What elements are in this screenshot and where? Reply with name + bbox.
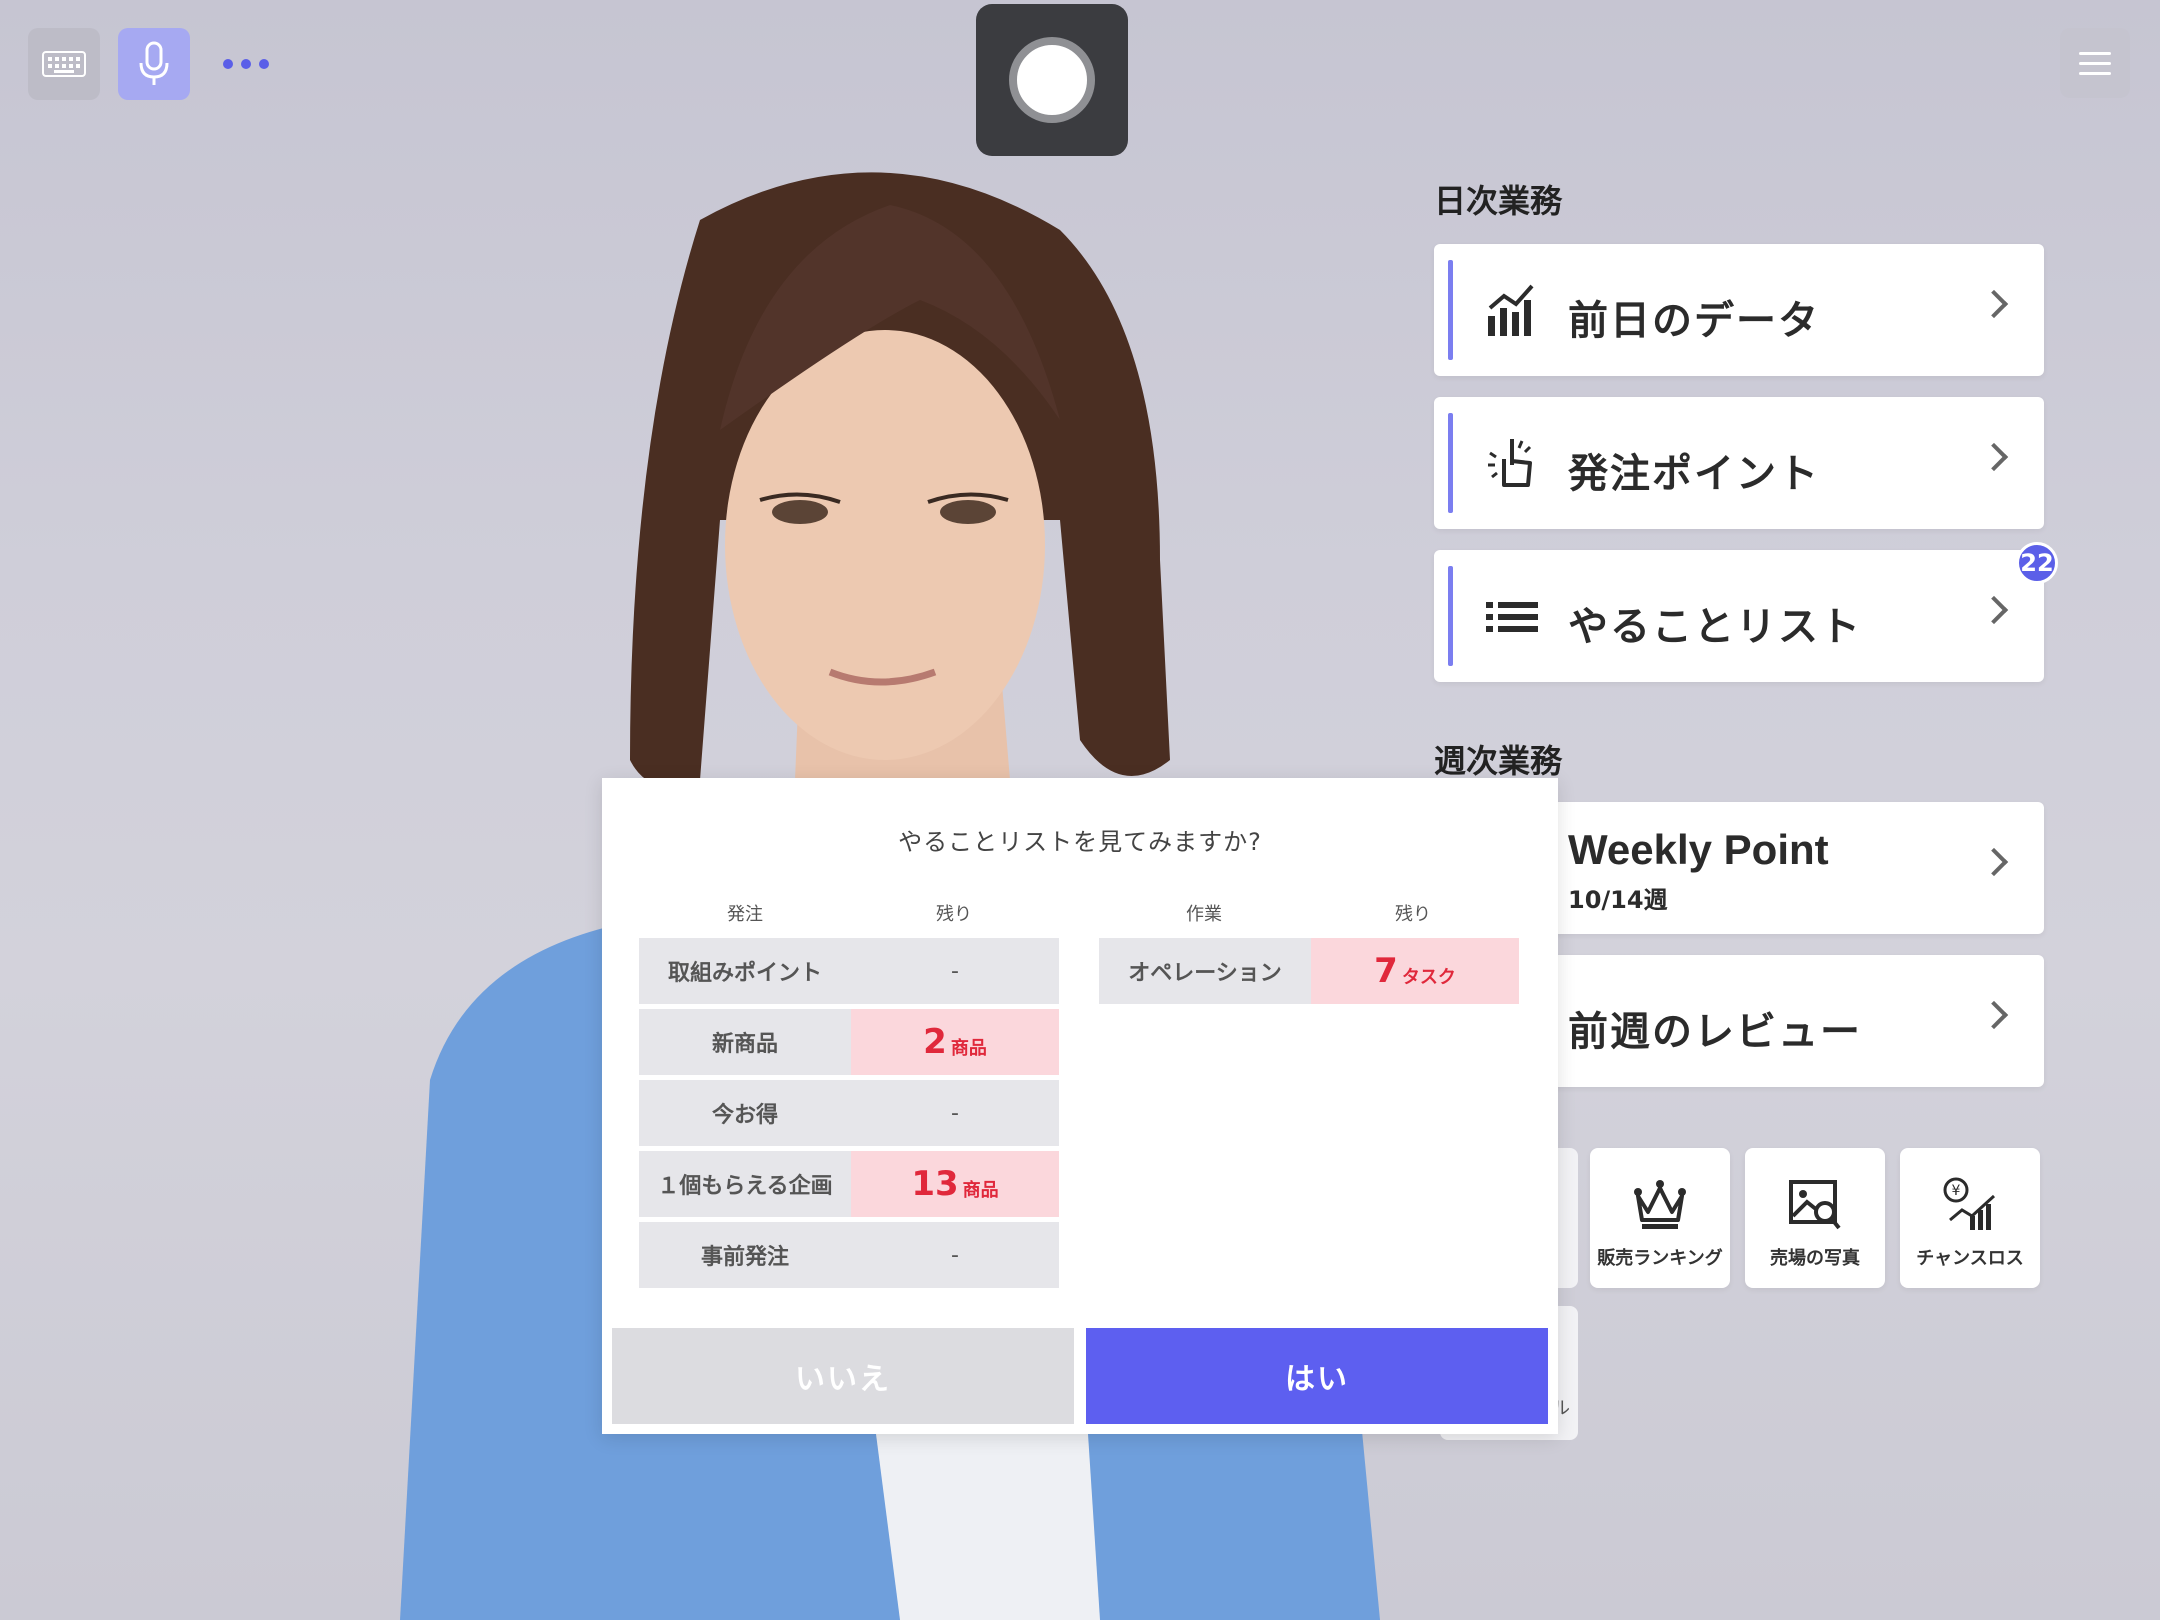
row-name: 今お得: [639, 1080, 851, 1146]
row-value: -: [851, 938, 1059, 1004]
hamburger-menu-icon: [2079, 51, 2111, 75]
row-unit: 商品: [950, 1038, 987, 1059]
tool-store-photos[interactable]: 売場の写真: [1745, 1148, 1885, 1288]
record-button[interactable]: [976, 4, 1128, 156]
table-row[interactable]: 新商品 2 商品: [639, 1009, 1059, 1075]
table-row[interactable]: １個もらえる企画 13 商品: [639, 1151, 1059, 1217]
weekly-heading: 週次業務: [1434, 742, 1563, 780]
order-header: 発注: [727, 904, 763, 925]
card-accent-bar: [1448, 260, 1453, 360]
bar-chart-icon: [1488, 284, 1534, 336]
more-dots-icon: [223, 59, 269, 69]
card-label: やることリスト: [1568, 604, 1862, 650]
row-value: 2 商品: [851, 1009, 1059, 1075]
row-unit: 商品: [962, 1180, 999, 1201]
row-unit: タスク: [1401, 967, 1456, 988]
row-count: 7: [1374, 951, 1398, 991]
record-button-icon: [1009, 37, 1095, 123]
card-label: Weekly Point: [1568, 826, 1829, 873]
work-remaining-header: 残り: [1395, 904, 1431, 925]
card-label: 前週のレビュー: [1568, 1009, 1862, 1055]
order-remaining-header: 残り: [936, 904, 972, 925]
hamburger-menu-button[interactable]: [2060, 28, 2130, 98]
chevron-right-icon: [1979, 1000, 2009, 1030]
row-name: 取組みポイント: [639, 938, 851, 1004]
daily-heading: 日次業務: [1434, 182, 1563, 220]
row-value: 7 タスク: [1311, 938, 1519, 1004]
card-accent-bar: [1448, 413, 1453, 513]
svg-text:¥: ¥: [1952, 1183, 1961, 1199]
yes-button[interactable]: はい: [1086, 1328, 1548, 1424]
table-row[interactable]: 事前発注 -: [639, 1222, 1059, 1288]
yen-chart-icon: ¥: [1943, 1177, 1996, 1230]
pointing-hand-icon: [1488, 439, 1532, 487]
row-name: オペレーション: [1099, 938, 1311, 1004]
row-name: 新商品: [639, 1009, 851, 1075]
card-previous-day-data[interactable]: 前日のデータ: [1434, 244, 2044, 376]
more-options-button[interactable]: [214, 28, 278, 100]
keyboard-icon: [42, 51, 86, 77]
chevron-right-icon: [1979, 847, 2009, 877]
card-label: 前日のデータ: [1568, 298, 1820, 344]
card-label: 発注ポイント: [1568, 451, 1820, 497]
row-name: 事前発注: [639, 1222, 851, 1288]
chevron-right-icon: [1979, 595, 2009, 625]
table-row[interactable]: 取組みポイント -: [639, 938, 1059, 1004]
row-value: -: [851, 1222, 1059, 1288]
tool-chance-loss[interactable]: ¥ チャンスロス: [1900, 1148, 2040, 1288]
microphone-icon: [139, 41, 169, 85]
tool-sales-ranking[interactable]: 販売ランキング: [1590, 1148, 1730, 1288]
chevron-right-icon: [1979, 289, 2009, 319]
photo-search-icon: [1789, 1180, 1841, 1230]
no-button[interactable]: いいえ: [612, 1328, 1074, 1424]
row-count: 2: [923, 1022, 947, 1062]
row-value: -: [851, 1080, 1059, 1146]
work-header: 作業: [1186, 904, 1222, 925]
list-icon: [1486, 602, 1538, 632]
keyboard-button[interactable]: [28, 28, 100, 100]
card-sublabel: 10/14週: [1568, 886, 1668, 914]
tool-label: チャンスロス: [1916, 1248, 2024, 1269]
row-count: 13: [911, 1164, 959, 1204]
todo-confirm-dialog: やることリストを見てみますか? 発注 残り 作業 残り 取組みポイント - 新商…: [602, 778, 1558, 1434]
row-value: 13 商品: [851, 1151, 1059, 1217]
chevron-right-icon: [1979, 442, 2009, 472]
row-name: １個もらえる企画: [639, 1151, 851, 1217]
todo-count-badge: 22: [2016, 542, 2058, 584]
card-order-point[interactable]: 発注ポイント: [1434, 397, 2044, 529]
crown-icon: [1634, 1180, 1686, 1229]
table-row[interactable]: オペレーション 7 タスク: [1099, 938, 1519, 1004]
microphone-button[interactable]: [118, 28, 190, 100]
card-accent-bar: [1448, 566, 1453, 666]
table-row[interactable]: 今お得 -: [639, 1080, 1059, 1146]
tool-label: 販売ランキング: [1597, 1248, 1723, 1269]
dialog-question: やることリストを見てみますか?: [898, 828, 1262, 856]
tool-label: 売場の写真: [1770, 1248, 1860, 1269]
card-todo-list[interactable]: やることリスト: [1434, 550, 2044, 682]
